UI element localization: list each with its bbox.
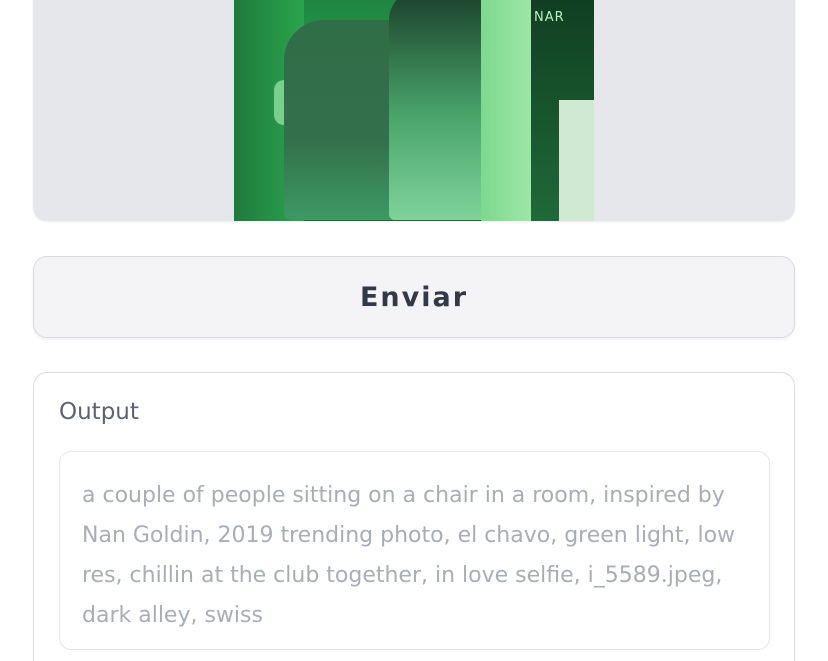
output-card: Output a couple of people sitting on a c… [33, 372, 795, 661]
photo-person-right [389, 0, 489, 220]
photo-sign-text: NAR [534, 10, 565, 25]
output-textbox[interactable]: a couple of people sitting on a chair in… [59, 451, 770, 650]
submit-button[interactable]: Enviar [33, 256, 795, 338]
page: NAR Enviar Output a couple of people sit… [0, 0, 828, 661]
photo-poster [559, 100, 594, 221]
output-label: Output [59, 399, 139, 425]
image-panel[interactable]: NAR [33, 0, 795, 221]
photo-pillar [481, 0, 531, 221]
uploaded-photo: NAR [234, 0, 594, 221]
